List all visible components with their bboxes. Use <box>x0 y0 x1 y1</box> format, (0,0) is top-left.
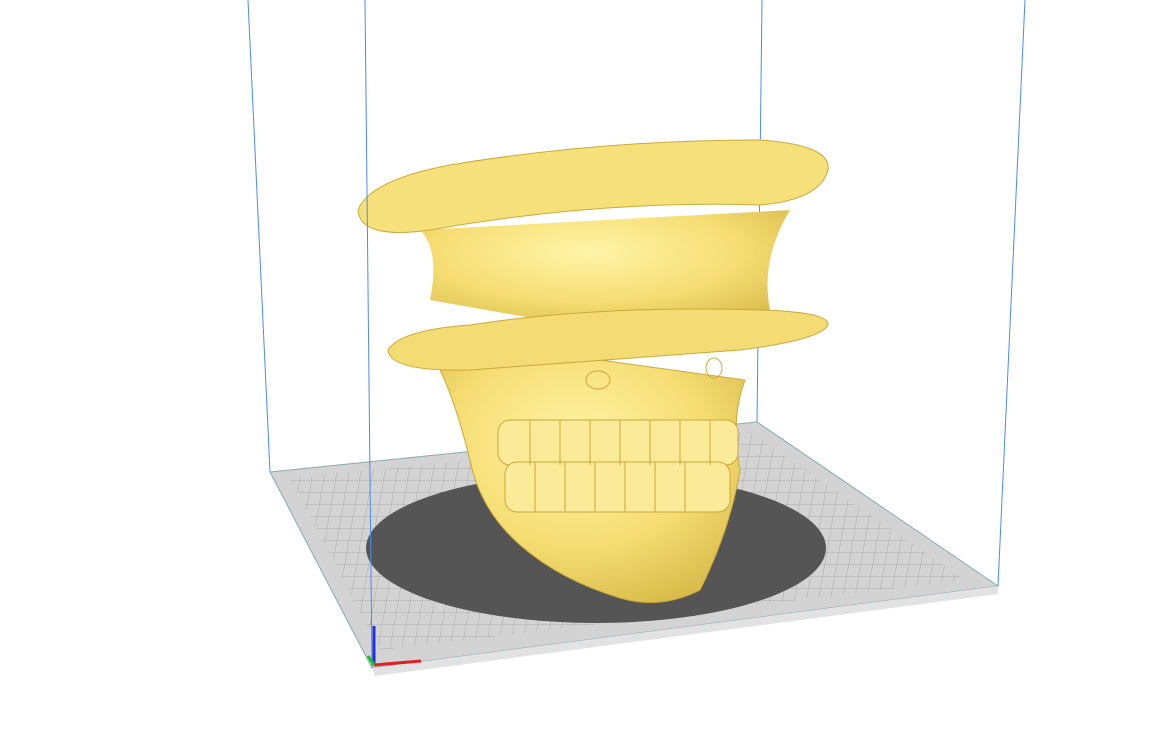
3d-viewport[interactable] <box>0 0 1160 755</box>
build-volume-edge <box>756 0 763 423</box>
build-volume-edge <box>247 0 271 473</box>
teeth <box>497 419 739 513</box>
scene <box>247 0 1026 676</box>
build-volume-edge <box>997 0 1026 587</box>
